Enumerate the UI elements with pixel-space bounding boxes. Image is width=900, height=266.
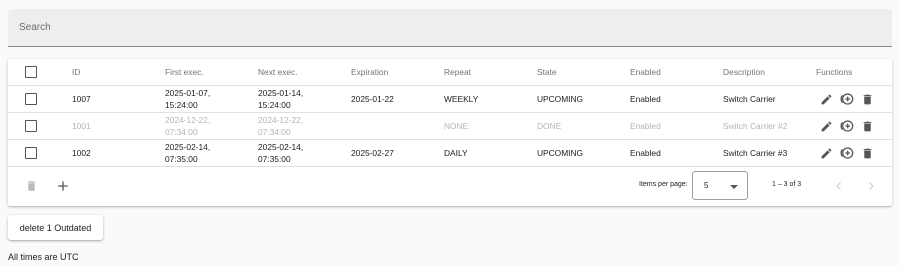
cell-id: 1007 [72,94,91,104]
items-per-page-label: Items per page: [639,181,688,188]
pencil-icon[interactable] [820,93,833,106]
column-header-functions: Functions [816,67,853,77]
items-per-page-select[interactable]: 5 [692,171,748,200]
first-exec-time: 07:34:00 [165,127,198,137]
next-exec-time: 15:24:00 [258,100,291,110]
table-header-row: ID First exec. Next exec. Expiration Rep… [8,59,892,86]
cell-repeat: WEEKLY [444,94,479,104]
select-all-checkbox[interactable] [25,66,37,78]
table-row[interactable]: 1007 2025-01-07, 15:24:00 2025-01-14, 15… [8,86,892,113]
table-row[interactable]: 1001 2024-12-22, 07:34:00 2024-12-22, 07… [8,113,892,140]
cell-first-exec: 2025-02-14, 07:35:00 [165,140,210,166]
cell-next-exec: 2024-12-22, 07:34:00 [258,113,303,139]
column-header-first-exec[interactable]: First exec. [165,59,204,85]
cell-enabled: Enabled [630,148,661,158]
column-header-enabled[interactable]: Enabled [630,59,661,85]
cell-id: 1002 [72,148,91,158]
next-exec-date: 2025-02-14, [258,142,304,152]
add-circle-icon[interactable] [839,91,855,107]
search-bar[interactable] [8,9,892,47]
next-exec-time: 07:35:00 [258,154,291,164]
column-header-expiration[interactable]: Expiration [351,59,388,85]
chevron-left-icon[interactable] [833,179,845,193]
cell-state: DONE [537,121,562,131]
first-exec-date: 2025-02-14, [165,142,211,152]
first-exec-date: 2025-01-07, [165,88,211,98]
table-footer: Items per page: 5 1 – 3 of 3 [8,167,892,206]
cell-description: Switch Carrier [723,94,776,104]
table-row[interactable]: 1002 2025-02-14, 07:35:00 2025-02-14, 07… [8,140,892,167]
dropdown-arrow-icon [730,185,738,189]
cell-first-exec: 2024-12-22, 07:34:00 [165,113,210,139]
first-exec-date: 2024-12-22, [165,115,211,125]
next-exec-time: 07:34:00 [258,127,291,137]
delete-outdated-button[interactable]: delete 1 Outdated [8,215,103,240]
row-functions [820,140,874,166]
cell-description: Switch Carrier #2 [723,121,788,131]
trash-icon[interactable] [861,93,874,106]
timezone-note: All times are UTC [8,252,79,262]
add-circle-icon[interactable] [839,145,855,161]
first-exec-time: 07:35:00 [165,154,198,164]
pencil-icon[interactable] [820,147,833,160]
column-header-id[interactable]: ID [72,59,80,85]
row-checkbox[interactable] [25,120,37,132]
next-exec-date: 2025-01-14, [258,88,304,98]
cell-repeat: NONE [444,121,469,131]
cell-next-exec: 2025-01-14, 15:24:00 [258,86,303,112]
items-per-page-value: 5 [704,181,709,190]
cell-expiration: 2025-01-22 [351,94,394,104]
cell-next-exec: 2025-02-14, 07:35:00 [258,140,303,166]
cell-expiration: 2025-02-27 [351,148,394,158]
page-range-label: 1 – 3 of 3 [772,181,802,188]
row-functions [820,86,874,112]
cell-enabled: Enabled [630,94,661,104]
search-input[interactable] [8,9,892,46]
row-functions [820,113,874,139]
first-exec-time: 15:24:00 [165,100,198,110]
column-header-description[interactable]: Description [723,59,765,85]
bulk-delete-trash-icon[interactable] [25,179,38,193]
column-header-state[interactable]: State [537,59,557,85]
trash-icon[interactable] [861,147,874,160]
add-plus-icon[interactable] [56,179,70,193]
cell-id: 1001 [72,121,91,131]
cell-description: Switch Carrier #3 [723,148,788,158]
schedule-table-card: ID First exec. Next exec. Expiration Rep… [8,59,892,206]
chevron-right-icon[interactable] [865,179,877,193]
column-header-next-exec[interactable]: Next exec. [258,59,298,85]
pencil-icon[interactable] [820,120,833,133]
cell-first-exec: 2025-01-07, 15:24:00 [165,86,210,112]
cell-repeat: DAILY [444,148,468,158]
column-header-repeat[interactable]: Repeat [444,59,471,85]
row-checkbox[interactable] [25,147,37,159]
add-circle-icon[interactable] [839,118,855,134]
cell-enabled: Enabled [630,121,661,131]
cell-state: UPCOMING [537,148,584,158]
cell-state: UPCOMING [537,94,584,104]
trash-icon[interactable] [861,120,874,133]
next-exec-date: 2024-12-22, [258,115,304,125]
row-checkbox[interactable] [25,93,37,105]
